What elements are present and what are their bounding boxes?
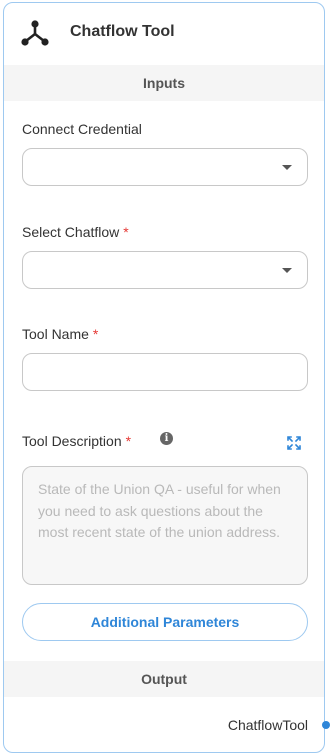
tool-name-input[interactable] — [22, 353, 308, 391]
credential-label-text: Connect Credential — [22, 121, 142, 137]
tool-description-label-text: Tool Description — [22, 433, 122, 449]
chatflow-tool-node[interactable]: Chatflow Tool Inputs Connect Credential … — [3, 2, 330, 753]
tool-name-label-text: Tool Name — [22, 326, 89, 342]
credential-select[interactable] — [22, 148, 308, 186]
output-handle[interactable] — [322, 721, 330, 729]
output-section-header: Output — [4, 661, 324, 697]
chevron-down-icon — [282, 268, 292, 273]
required-mark: * — [92, 326, 99, 342]
additional-parameters-button[interactable]: Additional Parameters — [22, 603, 308, 641]
node-title: Chatflow Tool — [70, 23, 175, 40]
chatflow-label-text: Select Chatflow — [22, 224, 120, 240]
credential-label: Connect Credential — [22, 121, 142, 137]
required-mark: * — [125, 433, 132, 449]
inputs-section-header: Inputs — [4, 65, 324, 101]
chatflow-select[interactable] — [22, 251, 308, 289]
tool-description-textarea[interactable]: State of the Union QA - useful for when … — [22, 466, 308, 585]
tool-description-label: Tool Description * — [22, 433, 131, 449]
node-header: Chatflow Tool — [4, 3, 324, 63]
chatflow-label: Select Chatflow * — [22, 224, 129, 240]
output-name: ChatflowTool — [227, 717, 308, 733]
chevron-down-icon — [282, 165, 292, 170]
expand-icon[interactable] — [287, 436, 301, 450]
info-icon[interactable]: i — [160, 432, 173, 445]
required-mark: * — [123, 224, 129, 240]
hierarchy-icon — [21, 20, 49, 46]
tool-name-label: Tool Name * — [22, 326, 98, 342]
